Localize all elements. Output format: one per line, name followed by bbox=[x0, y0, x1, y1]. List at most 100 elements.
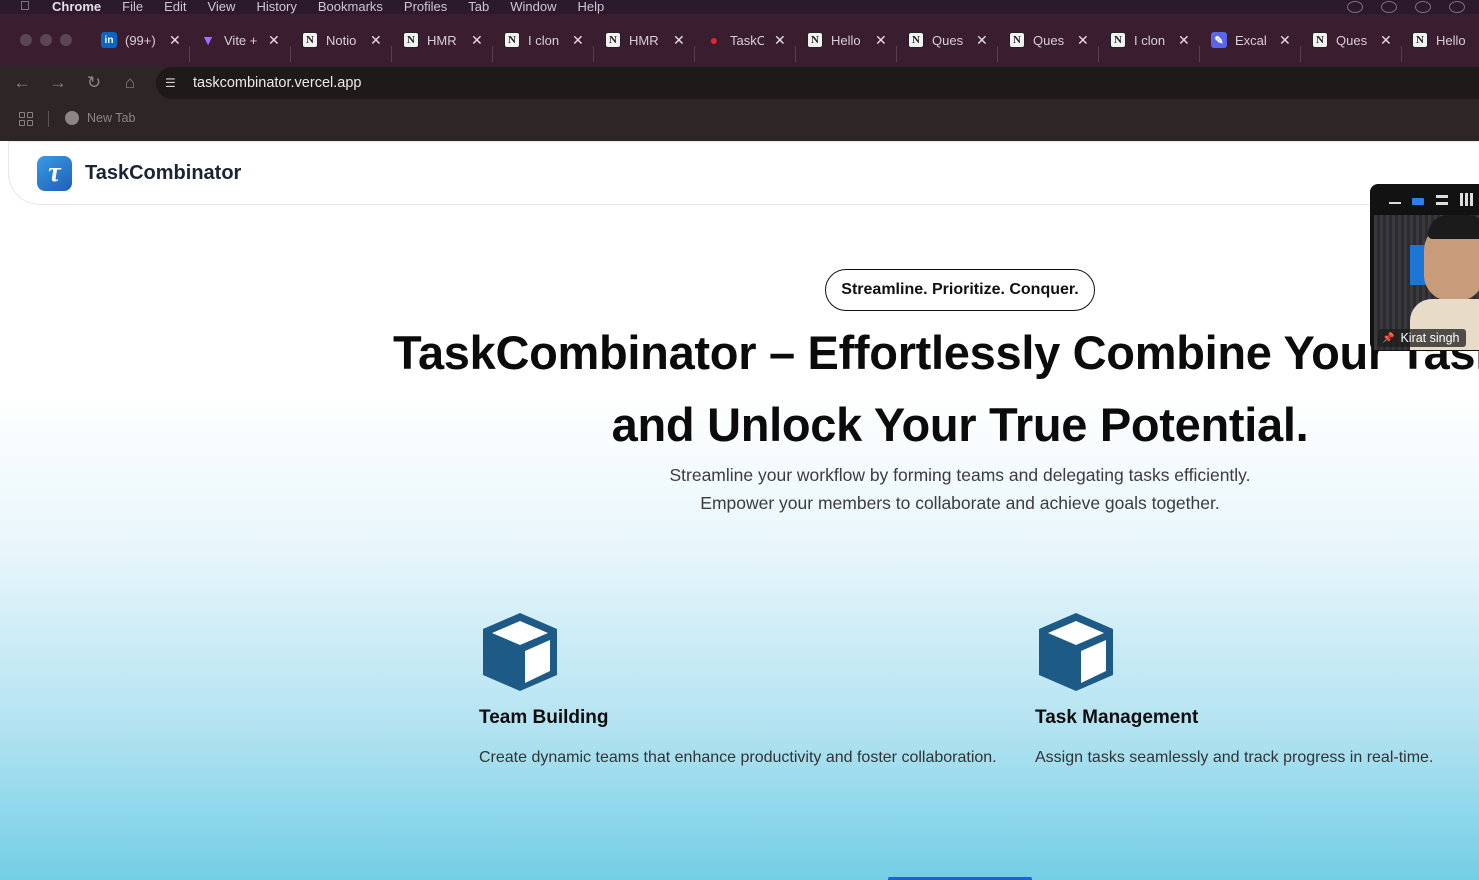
apple-icon[interactable]:  bbox=[20, 0, 34, 14]
menu-edit[interactable]: Edit bbox=[164, 0, 186, 13]
tab-divider bbox=[1199, 46, 1200, 62]
browser-tab[interactable]: N HMR ✕ bbox=[605, 28, 685, 52]
menu-profiles[interactable]: Profiles bbox=[404, 0, 447, 13]
menu-help[interactable]: Help bbox=[578, 0, 605, 13]
close-tab-icon[interactable]: ✕ bbox=[673, 32, 685, 49]
menu-history[interactable]: History bbox=[256, 0, 296, 13]
participant-name-tag: 📌 Kirat singh bbox=[1378, 329, 1466, 347]
tab-label: (99+) bbox=[125, 32, 156, 48]
browser-toolbar: ← → ↻ ⌂ ☰ taskcombinator.vercel.app bbox=[0, 66, 1479, 100]
notion-icon: N bbox=[302, 32, 318, 48]
maximize-window-button[interactable] bbox=[60, 34, 72, 46]
url-text[interactable]: taskcombinator.vercel.app bbox=[193, 75, 361, 91]
hero-subheading: Streamline your workflow by forming team… bbox=[460, 461, 1460, 517]
menu-view[interactable]: View bbox=[207, 0, 235, 13]
home-icon[interactable]: ⌂ bbox=[119, 72, 141, 94]
tab-label: HMR bbox=[427, 32, 457, 48]
globe-icon bbox=[65, 111, 79, 125]
browser-tab[interactable]: ✎ Excal ✕ bbox=[1211, 28, 1291, 52]
site-brand-name[interactable]: TaskCombinator bbox=[85, 162, 241, 185]
tab-divider bbox=[1401, 46, 1402, 62]
tab-divider bbox=[694, 46, 695, 62]
bookmark-new-tab[interactable]: New Tab bbox=[65, 111, 135, 125]
browser-tab[interactable]: N Hello bbox=[1412, 28, 1470, 52]
tab-label: Hello bbox=[1436, 32, 1466, 48]
address-bar[interactable]: ☰ taskcombinator.vercel.app bbox=[156, 67, 1479, 99]
feature-team-building: Team Building Create dynamic teams that … bbox=[479, 611, 997, 767]
stacked-view-icon[interactable] bbox=[1436, 195, 1448, 205]
tab-label: Notio bbox=[326, 32, 357, 48]
hero-heading-line-2: and Unlock Your True Potential. bbox=[611, 398, 1309, 451]
site-settings-icon[interactable]: ☰ bbox=[165, 75, 181, 91]
menu-tab[interactable]: Tab bbox=[468, 0, 489, 13]
browser-tab[interactable]: in (99+) ✕ bbox=[101, 28, 181, 52]
tab-label: Ques bbox=[932, 32, 964, 48]
hero-subheading-line-1: Streamline your workflow by forming team… bbox=[669, 465, 1251, 485]
tagline-badge: Streamline. Prioritize. Conquer. bbox=[825, 269, 1095, 311]
browser-tab[interactable]: N HMR ✕ bbox=[403, 28, 483, 52]
tab-label: I clon bbox=[1134, 32, 1166, 48]
tab-divider bbox=[997, 46, 998, 62]
status-icon[interactable] bbox=[1449, 1, 1465, 13]
menu-bookmarks[interactable]: Bookmarks bbox=[318, 0, 383, 13]
tab-divider bbox=[189, 46, 190, 62]
browser-tab[interactable]: N I clon ✕ bbox=[1110, 28, 1190, 52]
feature-description: Assign tasks seamlessly and track progre… bbox=[1035, 749, 1434, 766]
forward-arrow-icon[interactable]: → bbox=[47, 72, 69, 94]
gallery-view-icon[interactable] bbox=[1460, 193, 1473, 206]
close-tab-icon[interactable]: ✕ bbox=[774, 32, 786, 49]
tab-divider bbox=[1098, 46, 1099, 62]
close-tab-icon[interactable]: ✕ bbox=[370, 32, 382, 49]
feature-title: Team Building bbox=[479, 707, 609, 728]
close-tab-icon[interactable]: ✕ bbox=[1077, 32, 1089, 49]
tab-divider bbox=[290, 46, 291, 62]
close-tab-icon[interactable]: ✕ bbox=[471, 32, 483, 49]
close-tab-icon[interactable]: ✕ bbox=[268, 32, 280, 49]
reload-icon[interactable]: ↻ bbox=[83, 72, 105, 94]
excalidraw-icon: ✎ bbox=[1211, 32, 1227, 48]
back-arrow-icon[interactable]: ← bbox=[11, 72, 33, 94]
speaker-view-icon[interactable] bbox=[1412, 198, 1424, 205]
participant-name: Kirat singh bbox=[1400, 331, 1460, 345]
apps-grid-icon[interactable] bbox=[19, 112, 33, 126]
browser-tab[interactable]: N Hello ✕ bbox=[807, 28, 887, 52]
browser-tab-active[interactable]: ● TaskC ✕ bbox=[706, 28, 786, 52]
tab-divider bbox=[795, 46, 796, 62]
notion-icon: N bbox=[605, 32, 621, 48]
bookmark-label: New Tab bbox=[87, 111, 136, 125]
browser-tab[interactable]: N Ques ✕ bbox=[908, 28, 988, 52]
linkedin-icon: in bbox=[101, 32, 117, 48]
status-icon[interactable] bbox=[1415, 1, 1431, 13]
notion-icon: N bbox=[1110, 32, 1126, 48]
browser-tab[interactable]: N I clon ✕ bbox=[504, 28, 584, 52]
zoom-status-icon[interactable] bbox=[1347, 1, 1363, 13]
menu-file[interactable]: File bbox=[122, 0, 143, 13]
tab-label: I clon bbox=[528, 32, 560, 48]
menu-window[interactable]: Window bbox=[510, 0, 556, 13]
close-tab-icon[interactable]: ✕ bbox=[169, 32, 181, 49]
tab-label: Ques bbox=[1336, 32, 1368, 48]
feature-description: Create dynamic teams that enhance produc… bbox=[479, 749, 997, 766]
close-tab-icon[interactable]: ✕ bbox=[1279, 32, 1291, 49]
close-tab-icon[interactable]: ✕ bbox=[572, 32, 584, 49]
browser-tab[interactable]: N Ques ✕ bbox=[1312, 28, 1392, 52]
menu-app-name[interactable]: Chrome bbox=[52, 0, 101, 13]
tab-label: HMR bbox=[629, 32, 659, 48]
close-tab-icon[interactable]: ✕ bbox=[1380, 32, 1392, 49]
video-call-overlay[interactable]: 📌 Kirat singh bbox=[1370, 184, 1479, 351]
status-icon[interactable] bbox=[1381, 1, 1397, 13]
site-navbar: τ TaskCombinator bbox=[8, 141, 1479, 205]
taskcombinator-logo-icon[interactable]: τ bbox=[37, 155, 72, 191]
browser-tab[interactable]: N Ques ✕ bbox=[1009, 28, 1089, 52]
tab-divider bbox=[593, 46, 594, 62]
browser-tab[interactable]: ▼ Vite + ✕ bbox=[200, 28, 280, 52]
close-tab-icon[interactable]: ✕ bbox=[976, 32, 988, 49]
tab-label: Ques bbox=[1033, 32, 1065, 48]
close-window-button[interactable] bbox=[20, 34, 32, 46]
vite-icon: ▼ bbox=[201, 32, 215, 48]
close-tab-icon[interactable]: ✕ bbox=[1178, 32, 1190, 49]
minimize-icon[interactable] bbox=[1389, 202, 1401, 204]
close-tab-icon[interactable]: ✕ bbox=[875, 32, 887, 49]
minimize-window-button[interactable] bbox=[40, 34, 52, 46]
browser-tab[interactable]: N Notio ✕ bbox=[302, 28, 382, 52]
